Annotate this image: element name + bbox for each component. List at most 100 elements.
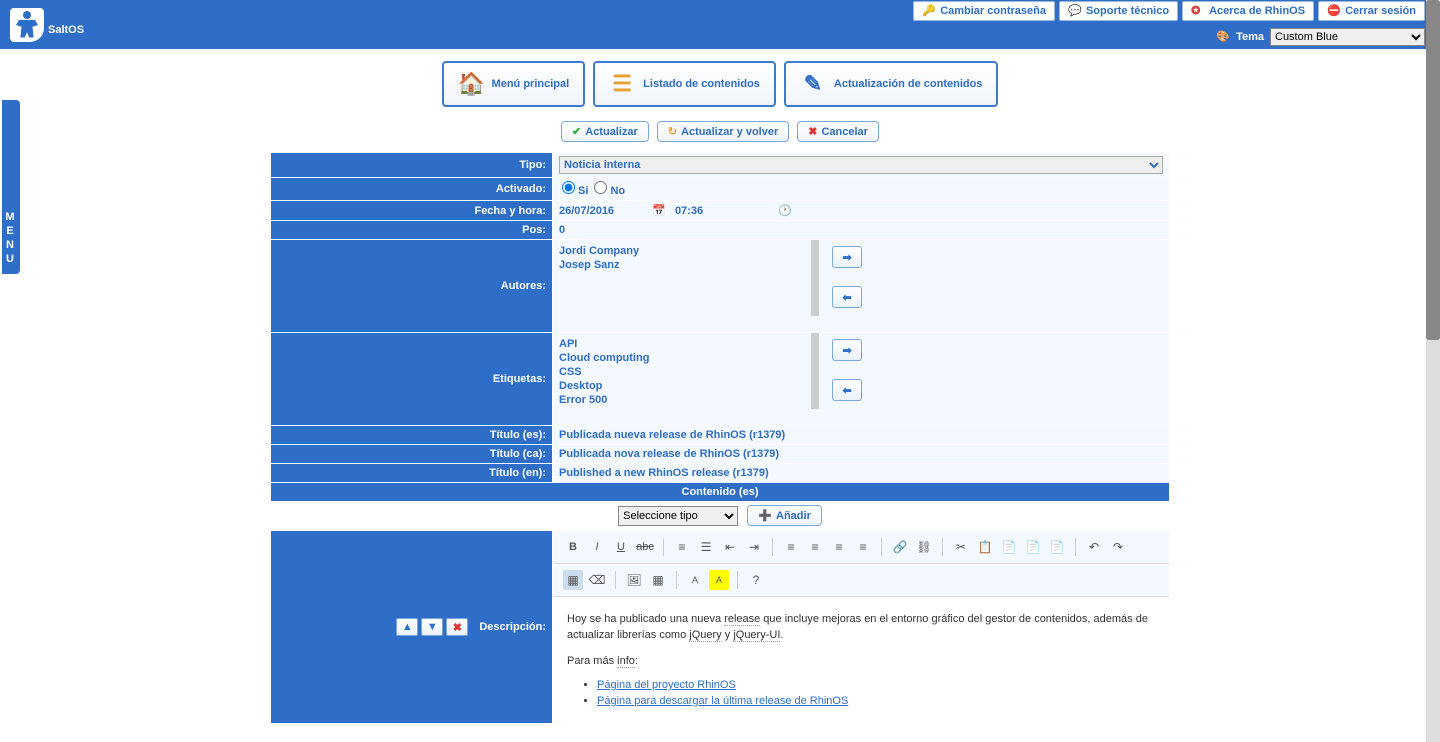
home-icon: 🏠: [458, 71, 484, 97]
logout-icon: ⛔: [1327, 4, 1341, 18]
cut-button[interactable]: ✂: [951, 537, 971, 557]
ol-button[interactable]: ≡: [672, 537, 692, 557]
list-item[interactable]: Jordi Company: [559, 244, 805, 258]
paste-text-button[interactable]: 📄: [1023, 537, 1043, 557]
indent-button[interactable]: ⇥: [744, 537, 764, 557]
align-left-button[interactable]: ≡: [781, 537, 801, 557]
etiquetas-label: Etiquetas:: [271, 333, 553, 426]
delete-button[interactable]: ✖: [446, 618, 468, 636]
anadir-button[interactable]: ➕Añadir: [747, 505, 822, 526]
autores-label: Autores:: [271, 240, 553, 333]
update-button[interactable]: ✔Actualizar: [561, 121, 649, 142]
autores-listbox[interactable]: Jordi Company Josep Sanz: [553, 240, 819, 316]
seleccione-tipo-select[interactable]: Seleccione tipo: [618, 506, 738, 526]
contenido-es-header: Contenido (es): [271, 483, 1170, 502]
strike-button[interactable]: abc: [635, 537, 655, 557]
paste-word-button[interactable]: 📄: [1047, 537, 1067, 557]
list-item[interactable]: Google: [559, 407, 805, 409]
logout-link[interactable]: ⛔Cerrar sesión: [1318, 1, 1425, 21]
tab-content-list[interactable]: ☰Listado de contenidos: [593, 61, 776, 107]
align-right-button[interactable]: ≡: [829, 537, 849, 557]
tab-content-update[interactable]: ✎Actualización de contenidos: [784, 61, 999, 107]
unlink-button[interactable]: ⛓: [914, 537, 934, 557]
removeformat-button[interactable]: ⌫: [587, 570, 607, 590]
tab-main-menu[interactable]: 🏠Menú principal: [442, 61, 586, 107]
move-up-button[interactable]: ▲: [396, 618, 418, 636]
list-item[interactable]: CSS: [559, 365, 805, 379]
descripcion-label-cell: ▲ ▼ ✖ Descripción:: [271, 531, 553, 724]
autor-remove-button[interactable]: ⬅: [832, 286, 862, 308]
undo-button[interactable]: ↶: [1084, 537, 1104, 557]
activado-si-radio[interactable]: [562, 181, 575, 194]
activado-no-radio[interactable]: [594, 181, 607, 194]
italic-button[interactable]: I: [587, 537, 607, 557]
tipo-select[interactable]: Noticia interna: [559, 156, 1163, 174]
clock-icon[interactable]: 🕐: [778, 205, 792, 217]
cancel-icon: ✖: [808, 125, 817, 138]
align-justify-button[interactable]: ≡: [853, 537, 873, 557]
link-download[interactable]: Página para descargar la última release …: [597, 695, 848, 707]
list-item[interactable]: API: [559, 337, 805, 351]
source-button[interactable]: ▦: [563, 570, 583, 590]
list-item[interactable]: Desktop: [559, 379, 805, 393]
cancel-button[interactable]: ✖Cancelar: [797, 121, 879, 142]
titulo-es-label: Título (es):: [271, 426, 553, 445]
scrollbar[interactable]: [1426, 0, 1440, 742]
titulo-ca-label: Título (ca):: [271, 445, 553, 464]
fecha-input[interactable]: [559, 205, 649, 217]
align-center-button[interactable]: ≡: [805, 537, 825, 557]
editor-table: ▲ ▼ ✖ Descripción: B I U abc ≡ ☰ ⇤ ⇥: [270, 530, 1170, 724]
about-icon: ✪: [1191, 4, 1205, 18]
editor-toolbar: B I U abc ≡ ☰ ⇤ ⇥ ≡ ≡ ≡ ≡ 🔗 ⛓: [553, 531, 1169, 564]
image-button[interactable]: 🖼: [624, 570, 644, 590]
editor-content[interactable]: Hoy se ha publicado una nueva release qu…: [553, 597, 1169, 723]
support-link[interactable]: 💬Soporte técnico: [1059, 1, 1178, 21]
link-button[interactable]: 🔗: [890, 537, 910, 557]
table-button[interactable]: ▦: [648, 570, 668, 590]
key-icon: 🔑: [922, 4, 936, 18]
textcolor-button[interactable]: A: [685, 570, 705, 590]
list-item[interactable]: Josep Sanz: [559, 258, 805, 272]
edit-icon: ✎: [800, 71, 826, 97]
tipo-label: Tipo:: [271, 153, 553, 178]
paste-button[interactable]: 📄: [999, 537, 1019, 557]
copy-button[interactable]: 📋: [975, 537, 995, 557]
outdent-button[interactable]: ⇤: [720, 537, 740, 557]
menu-collapsed-tab[interactable]: MENU: [2, 100, 20, 274]
palette-icon: 🎨: [1216, 30, 1230, 44]
about-link[interactable]: ✪Acerca de RhinOS: [1182, 1, 1314, 21]
titulo-ca-input[interactable]: [559, 448, 1163, 460]
top-right-links: 🔑Cambiar contraseña 💬Soporte técnico ✪Ac…: [913, 1, 1425, 21]
etiqueta-add-button[interactable]: ➡: [832, 339, 862, 361]
hora-input[interactable]: [675, 205, 735, 217]
add-icon: ➕: [758, 509, 772, 522]
update-back-button[interactable]: ↻Actualizar y volver: [657, 121, 789, 142]
bold-button[interactable]: B: [563, 537, 583, 557]
arrow-left-icon: ⬅: [842, 291, 851, 304]
theme-select[interactable]: Custom Blue: [1270, 28, 1425, 46]
pos-input[interactable]: [559, 224, 739, 236]
underline-button[interactable]: U: [611, 537, 631, 557]
titulo-en-input[interactable]: [559, 467, 1163, 479]
redo-button[interactable]: ↷: [1108, 537, 1128, 557]
main-content: 🏠Menú principal ☰Listado de contenidos ✎…: [0, 49, 1440, 736]
ul-button[interactable]: ☰: [696, 537, 716, 557]
list-item[interactable]: Cloud computing: [559, 351, 805, 365]
triangle-up-icon: ▲: [402, 621, 413, 633]
titulo-es-input[interactable]: [559, 429, 1163, 441]
logo-icon: [10, 8, 44, 42]
list-item[interactable]: Error 500: [559, 393, 805, 407]
move-down-button[interactable]: ▼: [421, 618, 443, 636]
list-icon: ☰: [609, 71, 635, 97]
scrollbar-thumb[interactable]: [1426, 0, 1440, 340]
link-project[interactable]: Página del proyecto RhinOS: [597, 679, 736, 691]
refresh-icon: ↻: [668, 125, 677, 138]
autor-add-button[interactable]: ➡: [832, 246, 862, 268]
change-password-link[interactable]: 🔑Cambiar contraseña: [913, 1, 1055, 21]
etiqueta-remove-button[interactable]: ⬅: [832, 379, 862, 401]
calendar-icon[interactable]: 📅: [652, 205, 666, 217]
bgcolor-button[interactable]: A: [709, 570, 729, 590]
arrow-right-icon: ➡: [842, 251, 851, 264]
etiquetas-listbox[interactable]: API Cloud computing CSS Desktop Error 50…: [553, 333, 819, 409]
help-button[interactable]: ?: [746, 570, 766, 590]
